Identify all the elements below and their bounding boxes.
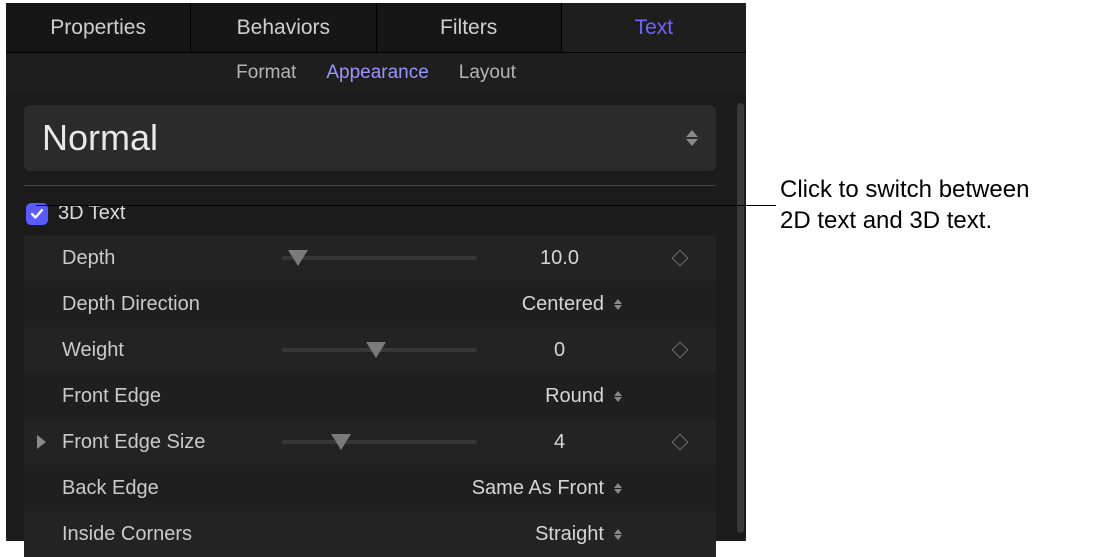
slider-front-edge-size[interactable] [282,440,477,444]
chevron-updown-icon [614,299,622,310]
callout-text: Click to switch between 2D text and 3D t… [780,174,1029,236]
inspector-tabs: Properties Behaviors Filters Text [6,3,746,53]
row-depth: Depth 10.0 [24,235,716,281]
label-depth: Depth [62,247,282,270]
slider-weight[interactable] [282,348,477,352]
preset-dropdown[interactable]: Normal [24,105,716,171]
tab-properties[interactable]: Properties [6,3,191,52]
value-front-edge: Round [545,385,604,408]
value-depth[interactable]: 10.0 [497,247,622,270]
divider [24,185,716,186]
label-back-edge: Back Edge [62,477,282,500]
inspector-panel: Properties Behaviors Filters Text Format… [6,3,746,541]
dropdown-depth-direction[interactable]: Centered [282,293,622,316]
callout-line2: 2D text and 3D text. [780,205,1029,236]
dropdown-back-edge[interactable]: Same As Front [282,477,622,500]
slider-thumb-icon[interactable] [288,250,308,266]
label-inside-corners: Inside Corners [62,523,282,546]
checkmark-icon [29,206,45,222]
value-back-edge: Same As Front [472,477,604,500]
label-front-edge-size: Front Edge Size [62,431,282,454]
row-back-edge: Back Edge Same As Front [24,465,716,511]
disclosure-triangle-icon[interactable] [37,435,46,449]
slider-depth[interactable] [282,256,477,260]
keyframe-icon[interactable] [672,434,689,451]
chevron-updown-icon [614,391,622,402]
slider-thumb-icon[interactable] [366,342,386,358]
tab-filters[interactable]: Filters [377,3,562,52]
callout-line1: Click to switch between [780,174,1029,205]
text-subtabs: Format Appearance Layout [6,53,746,93]
value-inside-corners: Straight [535,523,604,546]
callout-line [36,205,776,206]
row-weight: Weight 0 [24,327,716,373]
chevron-updown-icon [686,130,698,146]
preset-value: Normal [42,117,158,159]
row-depth-direction: Depth Direction Centered [24,281,716,327]
scrollbar[interactable] [737,103,744,533]
label-weight: Weight [62,339,282,362]
slider-thumb-icon[interactable] [331,434,351,450]
value-depth-direction: Centered [522,293,604,316]
label-depth-direction: Depth Direction [62,293,282,316]
tab-text[interactable]: Text [562,3,746,52]
value-weight[interactable]: 0 [497,339,622,362]
chevron-updown-icon [614,483,622,494]
label-front-edge: Front Edge [62,385,282,408]
keyframe-icon[interactable] [672,250,689,267]
dropdown-front-edge[interactable]: Round [282,385,622,408]
value-front-edge-size[interactable]: 4 [497,431,622,454]
section-3d-text: 3D Text [24,198,716,235]
row-front-edge: Front Edge Round [24,373,716,419]
subtab-appearance[interactable]: Appearance [326,62,428,84]
keyframe-icon[interactable] [672,342,689,359]
subtab-format[interactable]: Format [236,62,296,84]
chevron-updown-icon [614,529,622,540]
dropdown-inside-corners[interactable]: Straight [282,523,622,546]
row-inside-corners: Inside Corners Straight [24,511,716,557]
row-front-edge-size: Front Edge Size 4 [24,419,716,465]
tab-behaviors[interactable]: Behaviors [191,3,376,52]
inspector-content: Normal 3D Text Depth 10.0 [6,93,734,557]
subtab-layout[interactable]: Layout [459,62,516,84]
